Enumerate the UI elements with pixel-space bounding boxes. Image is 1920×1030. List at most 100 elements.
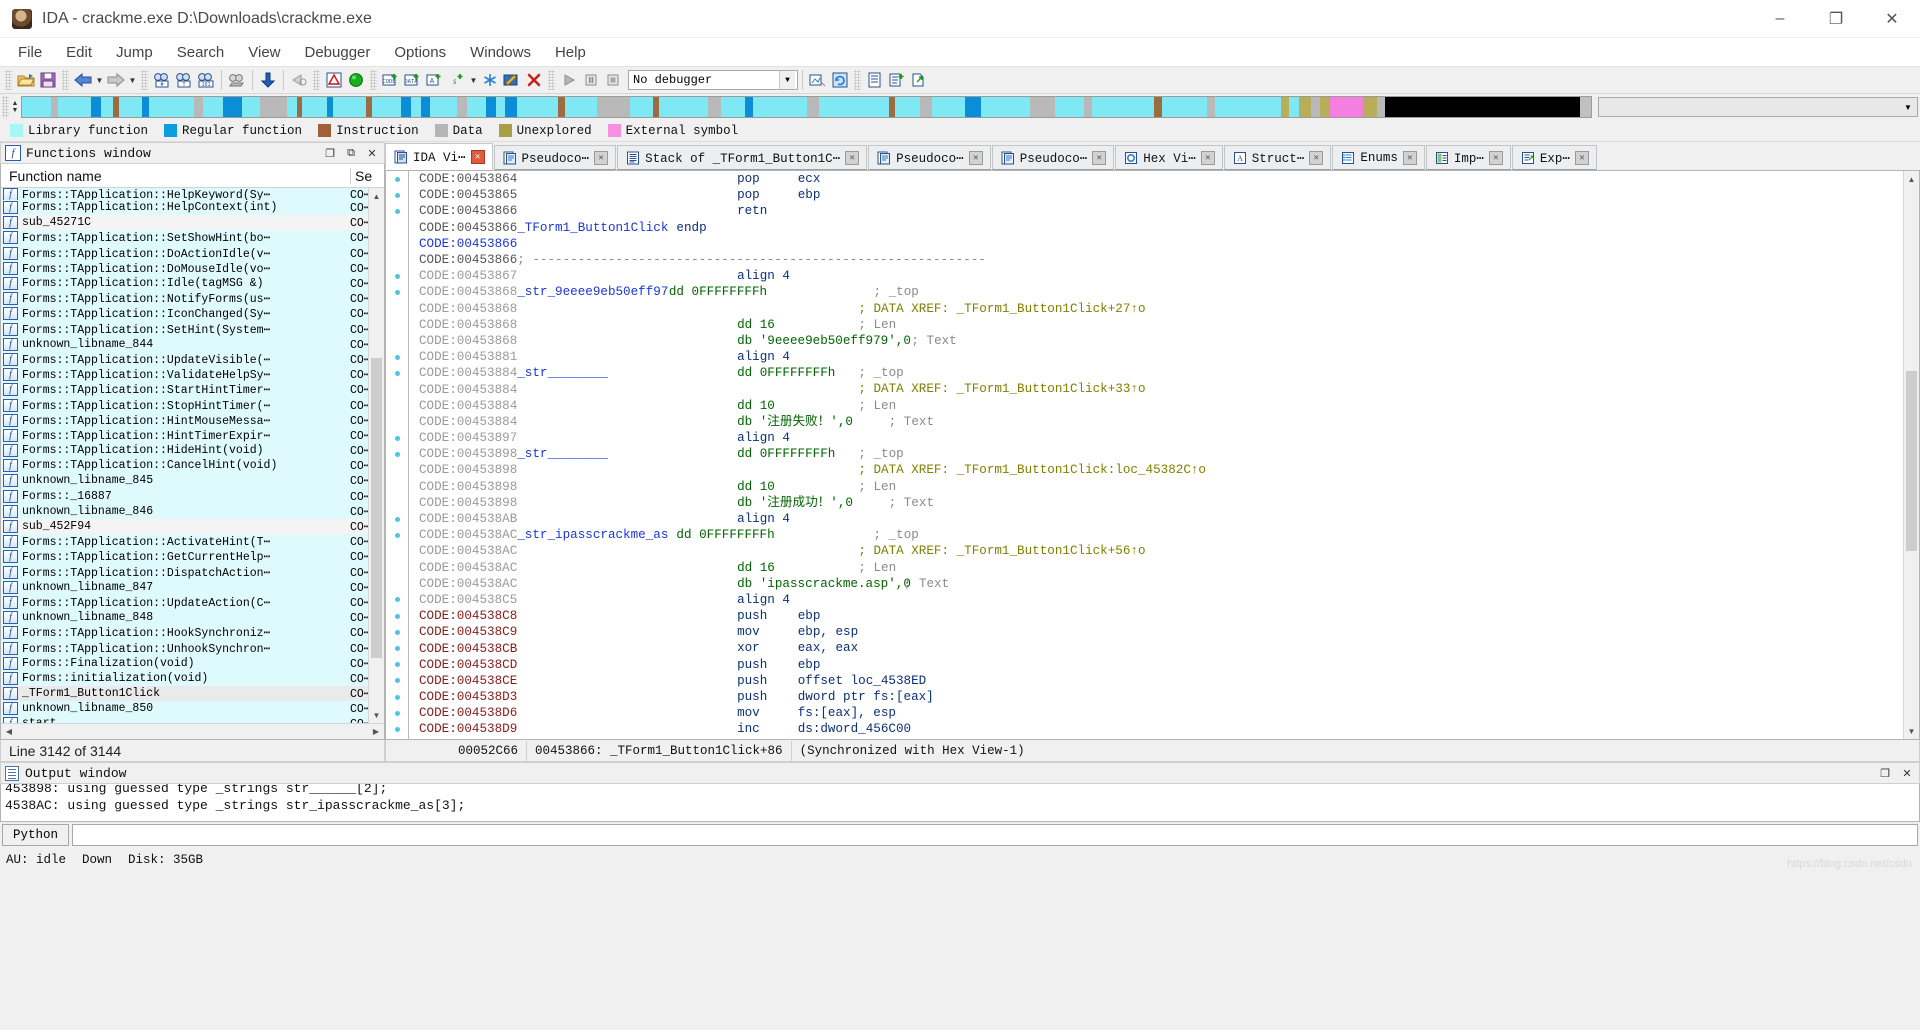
function-list-item[interactable]: f Forms::TApplication::SetShowHint(bo⋯ CO⋯ <box>1 230 384 246</box>
disassembly-line[interactable]: CODE:004538AC db 'ipasscrackme.asp',0; Te… <box>386 575 1903 592</box>
navband-scroll-arrows[interactable]: ▲ ▼ <box>9 96 21 118</box>
make-array-icon[interactable]: A <box>424 69 446 91</box>
functions-window-close-button[interactable]: ✕ <box>364 145 380 161</box>
chevron-down-icon[interactable]: ▼ <box>779 71 795 89</box>
disassembly-line[interactable]: CODE:00453865 pop ebp <box>386 187 1903 204</box>
breakpoint-dot-cell[interactable] <box>386 662 408 668</box>
make-struct-icon[interactable]: s <box>446 69 468 91</box>
cli-language-button[interactable]: Python <box>2 824 70 846</box>
breakpoint-dot-cell[interactable] <box>386 176 408 182</box>
disassembly-line[interactable]: CODE:004538D9 inc ds:dword_456C00 <box>386 721 1903 738</box>
search-imm-icon[interactable]: 101 <box>195 69 217 91</box>
scroll-down-icon[interactable]: ▼ <box>369 707 384 723</box>
menu-item-view[interactable]: View <box>236 40 292 65</box>
scroll-left-icon[interactable]: ◀ <box>1 727 17 736</box>
disassembly-line[interactable]: CODE:00453867 align 4 <box>386 268 1903 285</box>
cli-input[interactable] <box>72 824 1918 846</box>
tab-struct-[interactable]: A Struct⋯ ✕ <box>1223 145 1332 170</box>
forward-arrow-icon[interactable] <box>105 69 127 91</box>
navband-combo[interactable]: ▼ <box>1598 97 1918 117</box>
tab-close-icon[interactable]: ✕ <box>1574 150 1589 165</box>
disassembly-line[interactable]: CODE:004538CE push offset loc_4538ED <box>386 672 1903 689</box>
minimize-button[interactable]: – <box>1752 0 1808 38</box>
toolbar-grip-icon-5[interactable] <box>370 70 377 90</box>
breakpoint-dot-cell[interactable] <box>386 597 408 603</box>
breakpoint-dot-cell[interactable] <box>386 726 408 732</box>
breakpoint-dot-cell[interactable] <box>386 289 408 295</box>
toolbar-grip-icon-3[interactable] <box>141 70 148 90</box>
menu-item-jump[interactable]: Jump <box>104 40 165 65</box>
green-ball-icon[interactable] <box>345 69 367 91</box>
breakpoint-dot-cell[interactable] <box>386 646 408 652</box>
make-struct-dropdown-icon[interactable]: ▼ <box>468 69 479 91</box>
function-list-item[interactable]: f Forms::TApplication::HintTimerExpir⋯ CO⋯ <box>1 427 384 443</box>
toolbar-grip-icon-2[interactable] <box>62 70 69 90</box>
scroll-right-icon[interactable]: ▶ <box>368 727 384 736</box>
tab-imp-[interactable]: Imp⋯ ✕ <box>1425 145 1511 170</box>
disassembly-line[interactable]: CODE:004538AB align 4 <box>386 510 1903 528</box>
disassembly-line[interactable]: CODE:00453881 align 4 <box>386 349 1903 366</box>
scroll-up-icon[interactable]: ▲ <box>1904 171 1919 187</box>
forward-dropdown-icon[interactable]: ▼ <box>127 69 138 91</box>
function-list-item[interactable]: f unknown_libname_847 CO⋯ <box>1 579 384 595</box>
breakpoint-dot-cell[interactable] <box>386 208 408 214</box>
menu-item-edit[interactable]: Edit <box>54 40 104 65</box>
debugger-select[interactable]: No debugger ▼ <box>628 70 798 90</box>
run-icon[interactable] <box>558 69 580 91</box>
breakpoint-dot-cell[interactable] <box>386 435 408 441</box>
breakpoint-dot-cell[interactable] <box>386 678 408 684</box>
tab-pseudoco-[interactable]: Pseudoco⋯ ✕ <box>493 145 617 170</box>
function-list-item[interactable]: f Forms::TApplication::UpdateAction(C⋯ CO⋯ <box>1 594 384 611</box>
toolbar-grip-icon-4[interactable] <box>313 70 320 90</box>
tab-close-icon[interactable]: ✕ <box>1402 150 1417 165</box>
tab-ida-vi-[interactable]: IDA Vi⋯ ✕ <box>385 143 493 170</box>
disassembly-line[interactable]: CODE:00453898 ; DATA XREF: _TForm1_Button… <box>386 462 1903 479</box>
column-header-function-name[interactable]: Function name <box>1 168 350 184</box>
disassembly-line[interactable]: CODE:00453866 retn <box>386 203 1903 220</box>
search-hex-icon[interactable]: # <box>151 69 173 91</box>
tab-stack-of-tform1-button1c-[interactable]: Stack of _TForm1_Button1C⋯ ✕ <box>617 145 868 170</box>
function-list-item[interactable]: f Forms::TApplication::UnhookSynchron⋯ CO⋯ <box>1 640 384 656</box>
breakpoint-dot-cell[interactable] <box>386 451 408 457</box>
search-text-icon[interactable]: T <box>173 69 195 91</box>
function-list-item[interactable]: f Forms::initialization(void) CO⋯ <box>1 670 384 686</box>
disassembly-line[interactable]: CODE:004538AC ; DATA XREF: _TForm1_Button… <box>386 543 1903 560</box>
disassembly-line[interactable]: CODE:004538D6 mov fs:[eax], esp <box>386 705 1903 722</box>
stop-icon[interactable] <box>602 69 624 91</box>
add-breakpoint-icon[interactable] <box>886 69 908 91</box>
output-window-dock-button[interactable]: ❐ <box>1877 765 1893 781</box>
tab-exp-[interactable]: Exp⋯ ✕ <box>1511 145 1597 170</box>
menu-item-search[interactable]: Search <box>165 40 237 65</box>
function-list-item[interactable]: f _TForm1_Button1Click CO⋯ <box>1 686 384 702</box>
disassembly-line[interactable]: CODE:00453868 dd 16 ; Len <box>386 316 1903 333</box>
function-list-item[interactable]: f unknown_libname_844 CO⋯ <box>1 336 384 352</box>
breakpoint-dot-cell[interactable] <box>386 354 408 360</box>
function-list-item[interactable]: fstartCO⋯ <box>1 716 384 723</box>
search-binary-icon[interactable] <box>226 69 248 91</box>
function-list-item[interactable]: f Forms::TApplication::HelpContext(int) CO… <box>1 200 384 216</box>
toolbar-grip-icon-7[interactable] <box>854 70 861 90</box>
save-icon[interactable] <box>37 69 59 91</box>
disassembly-line[interactable]: CODE:004538AC dd 16 ; Len <box>386 559 1903 576</box>
close-button[interactable]: ✕ <box>1864 0 1920 38</box>
function-list-item[interactable]: f Forms::_16887 CO⋯ <box>1 488 384 504</box>
tab-close-icon[interactable]: ✕ <box>968 150 983 165</box>
breakpoint-dot-cell[interactable] <box>386 710 408 716</box>
function-list-item[interactable]: f Forms::TApplication::SetHint(System⋯ CO⋯ <box>1 321 384 337</box>
back-dropdown-icon[interactable]: ▼ <box>94 69 105 91</box>
function-list-item[interactable]: f unknown_libname_846 CO⋯ <box>1 503 384 519</box>
disassembly-line[interactable]: CODE:00453884 ; DATA XREF: _TForm1_Button… <box>386 381 1903 398</box>
column-header-segment[interactable]: Se <box>350 167 384 184</box>
back-arrow-icon[interactable] <box>72 69 94 91</box>
maximize-button[interactable]: ❐ <box>1808 0 1864 38</box>
disassembly-line[interactable]: CODE:004538CB xor eax, eax <box>386 640 1903 657</box>
navband-grip-icon[interactable] <box>2 96 9 118</box>
function-list-item[interactable]: f Forms::TApplication::DoMouseIdle(vo⋯ CO⋯ <box>1 260 384 276</box>
menu-item-windows[interactable]: Windows <box>458 40 543 65</box>
function-list-item[interactable]: f Forms::TApplication::HintMouseMessa⋯ CO⋯ <box>1 412 384 428</box>
disassembly-line[interactable]: CODE:004538AC _str_ipasscrackme_as dd 0FFF… <box>386 527 1903 544</box>
tab-pseudoco-[interactable]: Pseudoco⋯ ✕ <box>991 145 1115 170</box>
menu-item-options[interactable]: Options <box>382 40 458 65</box>
disassembly-lines[interactable]: CODE:00453864 pop ecx CODE:00453865 pop ebp CO… <box>386 171 1903 739</box>
undo-search-icon[interactable] <box>288 69 310 91</box>
